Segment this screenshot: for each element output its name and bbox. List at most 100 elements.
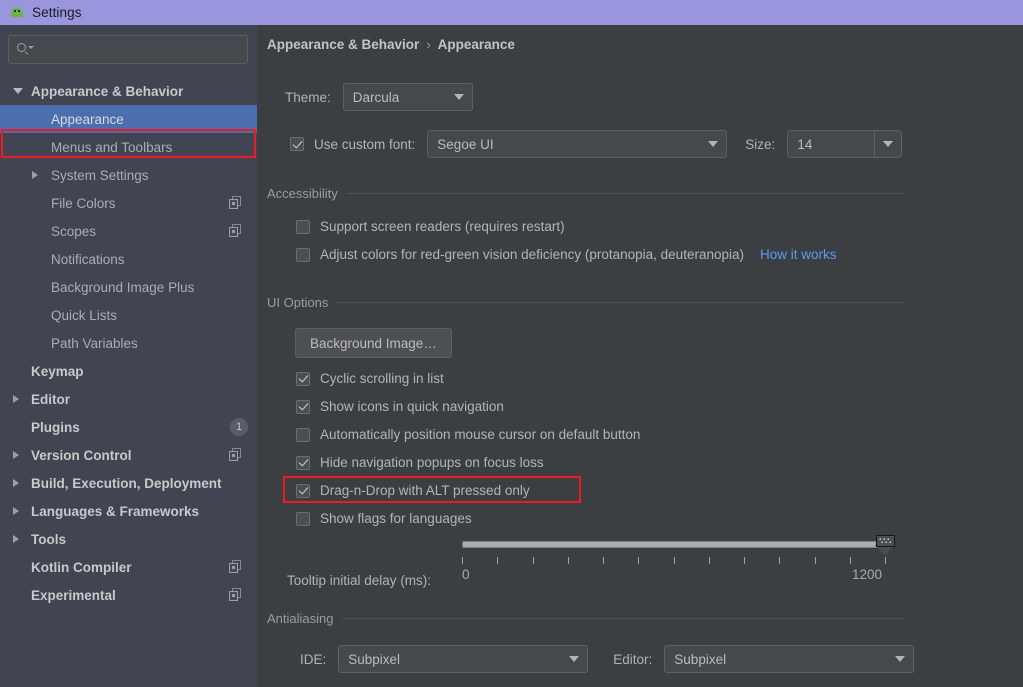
sidebar-item-quick-lists[interactable]: Quick Lists [0, 301, 257, 329]
show-flags-checkbox[interactable] [296, 511, 310, 526]
sidebar-item-label: Build, Execution, Deployment [31, 475, 222, 491]
cyclic-scrolling-checkbox[interactable] [296, 371, 310, 386]
ide-antialiasing-label: IDE: [300, 651, 327, 667]
slider-track[interactable] [462, 541, 886, 548]
slider-tick [567, 557, 569, 564]
search-field[interactable] [8, 35, 248, 64]
sidebar-item-appearance-behavior[interactable]: Appearance & Behavior [0, 77, 257, 105]
copy-icon [229, 448, 243, 462]
chevron-down-icon[interactable] [874, 131, 901, 157]
drag-n-drop-label: Drag-n-Drop with ALT pressed only [320, 483, 530, 498]
settings-window: Settings Appearance & Behavior Appearance… [0, 0, 1023, 687]
search-icon [17, 42, 34, 57]
ide-antialiasing-select[interactable]: Subpixel [338, 645, 589, 673]
chevron-right-icon[interactable] [13, 478, 19, 487]
slider-tick [532, 557, 534, 564]
chevron-right-icon[interactable] [13, 450, 19, 459]
background-image-button[interactable]: Background Image… [295, 328, 452, 358]
chevron-down-icon[interactable] [561, 646, 587, 672]
sidebar-item-tools[interactable]: Tools [0, 525, 257, 553]
slider-tick [708, 557, 710, 564]
sidebar-item-experimental[interactable]: Experimental [0, 581, 257, 609]
copy-icon [229, 588, 243, 602]
chevron-right-icon[interactable] [13, 394, 19, 403]
ui-options-group-header: UI Options [267, 295, 903, 310]
sidebar-item-label: Keymap [31, 363, 84, 379]
adjust-colors-row[interactable]: Adjust colors for red-green vision defic… [296, 247, 837, 262]
show-flags-row[interactable]: Show flags for languages [296, 511, 472, 526]
sidebar-item-kotlin-compiler[interactable]: Kotlin Compiler [0, 553, 257, 581]
support-screen-readers-checkbox[interactable] [296, 219, 310, 234]
window-title: Settings [32, 5, 82, 20]
chevron-down-icon[interactable] [887, 646, 913, 672]
font-size-value: 14 [797, 136, 813, 152]
support-screen-readers-row[interactable]: Support screen readers (requires restart… [296, 219, 565, 234]
font-size-select[interactable]: 14 [787, 130, 903, 158]
theme-select[interactable]: Darcula [342, 83, 473, 111]
accessibility-group-title: Accessibility [267, 186, 338, 201]
use-custom-font-checkbox[interactable] [290, 137, 304, 151]
auto-position-cursor-row[interactable]: Automatically position mouse cursor on d… [296, 427, 640, 442]
tooltip-delay-slider[interactable]: 0 1200 [462, 535, 907, 595]
sidebar-item-languages-frameworks[interactable]: Languages & Frameworks [0, 497, 257, 525]
accessibility-group-header: Accessibility [267, 186, 903, 201]
sidebar-item-plugins[interactable]: Plugins 1 [0, 413, 257, 441]
font-family-select[interactable]: Segoe UI [427, 130, 728, 158]
sidebar-item-label: Scopes [51, 223, 97, 239]
group-divider [345, 193, 903, 194]
chevron-right-icon[interactable] [32, 170, 38, 179]
antialiasing-group-title: Antialiasing [267, 611, 334, 626]
sidebar-item-file-colors[interactable]: File Colors [0, 189, 257, 217]
sidebar-item-menus-and-toolbars[interactable]: Menus and Toolbars [0, 133, 257, 161]
breadcrumb-root[interactable]: Appearance & Behavior [267, 37, 419, 52]
sidebar-item-version-control[interactable]: Version Control [0, 441, 257, 469]
breadcrumb: Appearance & Behavior › Appearance [267, 37, 515, 52]
hide-nav-popups-row[interactable]: Hide navigation popups on focus loss [296, 455, 544, 470]
use-custom-font-label: Use custom font: [314, 136, 416, 152]
search-input[interactable] [36, 41, 240, 58]
sidebar-item-notifications[interactable]: Notifications [0, 245, 257, 273]
slider-tick [497, 557, 499, 564]
drag-n-drop-checkbox[interactable] [296, 483, 310, 498]
sidebar-item-background-image-plus[interactable]: Background Image Plus [0, 273, 257, 301]
sidebar-item-label: Experimental [31, 587, 116, 603]
sidebar-item-label: File Colors [51, 195, 116, 211]
title-bar: Settings [0, 0, 1023, 25]
sidebar-item-keymap[interactable]: Keymap [0, 357, 257, 385]
sidebar-item-label: System Settings [51, 167, 149, 183]
auto-position-cursor-checkbox[interactable] [296, 427, 310, 442]
slider-tick [638, 557, 640, 564]
auto-position-cursor-label: Automatically position mouse cursor on d… [320, 427, 641, 442]
show-icons-quick-nav-label: Show icons in quick navigation [320, 399, 504, 414]
chevron-down-icon[interactable] [13, 88, 23, 94]
font-family-value: Segoe UI [437, 136, 494, 152]
cyclic-scrolling-row[interactable]: Cyclic scrolling in list [296, 371, 444, 386]
editor-antialiasing-select[interactable]: Subpixel [664, 645, 915, 673]
chevron-down-icon[interactable] [446, 84, 472, 110]
sidebar-item-appearance[interactable]: Appearance [0, 105, 257, 133]
sidebar-item-scopes[interactable]: Scopes [0, 217, 257, 245]
slider-thumb[interactable] [875, 535, 895, 557]
chevron-right-icon[interactable] [13, 506, 19, 515]
drag-n-drop-row[interactable]: Drag-n-Drop with ALT pressed only [296, 483, 530, 498]
sidebar-item-path-variables[interactable]: Path Variables [0, 329, 257, 357]
editor-antialiasing-value: Subpixel [674, 651, 727, 667]
chevron-right-icon[interactable] [13, 534, 19, 543]
android-icon [9, 5, 25, 19]
how-it-works-link[interactable]: How it works [760, 247, 837, 262]
breadcrumb-separator-icon: › [426, 37, 431, 52]
show-icons-quick-nav-row[interactable]: Show icons in quick navigation [296, 399, 504, 414]
show-icons-quick-nav-checkbox[interactable] [296, 399, 310, 414]
sidebar-item-build-execution-deployment[interactable]: Build, Execution, Deployment [0, 469, 257, 497]
custom-font-row: Use custom font: Segoe UI Size: 14 [290, 130, 903, 158]
adjust-colors-checkbox[interactable] [296, 247, 310, 262]
font-size-label: Size: [745, 136, 776, 152]
group-divider [341, 618, 903, 619]
show-flags-label: Show flags for languages [320, 511, 472, 526]
sidebar-item-label: Kotlin Compiler [31, 559, 132, 575]
hide-nav-popups-checkbox[interactable] [296, 455, 310, 470]
chevron-down-icon[interactable] [700, 131, 726, 157]
sidebar-item-editor[interactable]: Editor [0, 385, 257, 413]
sidebar-item-system-settings[interactable]: System Settings [0, 161, 257, 189]
slider-max-label: 1200 [852, 567, 883, 582]
